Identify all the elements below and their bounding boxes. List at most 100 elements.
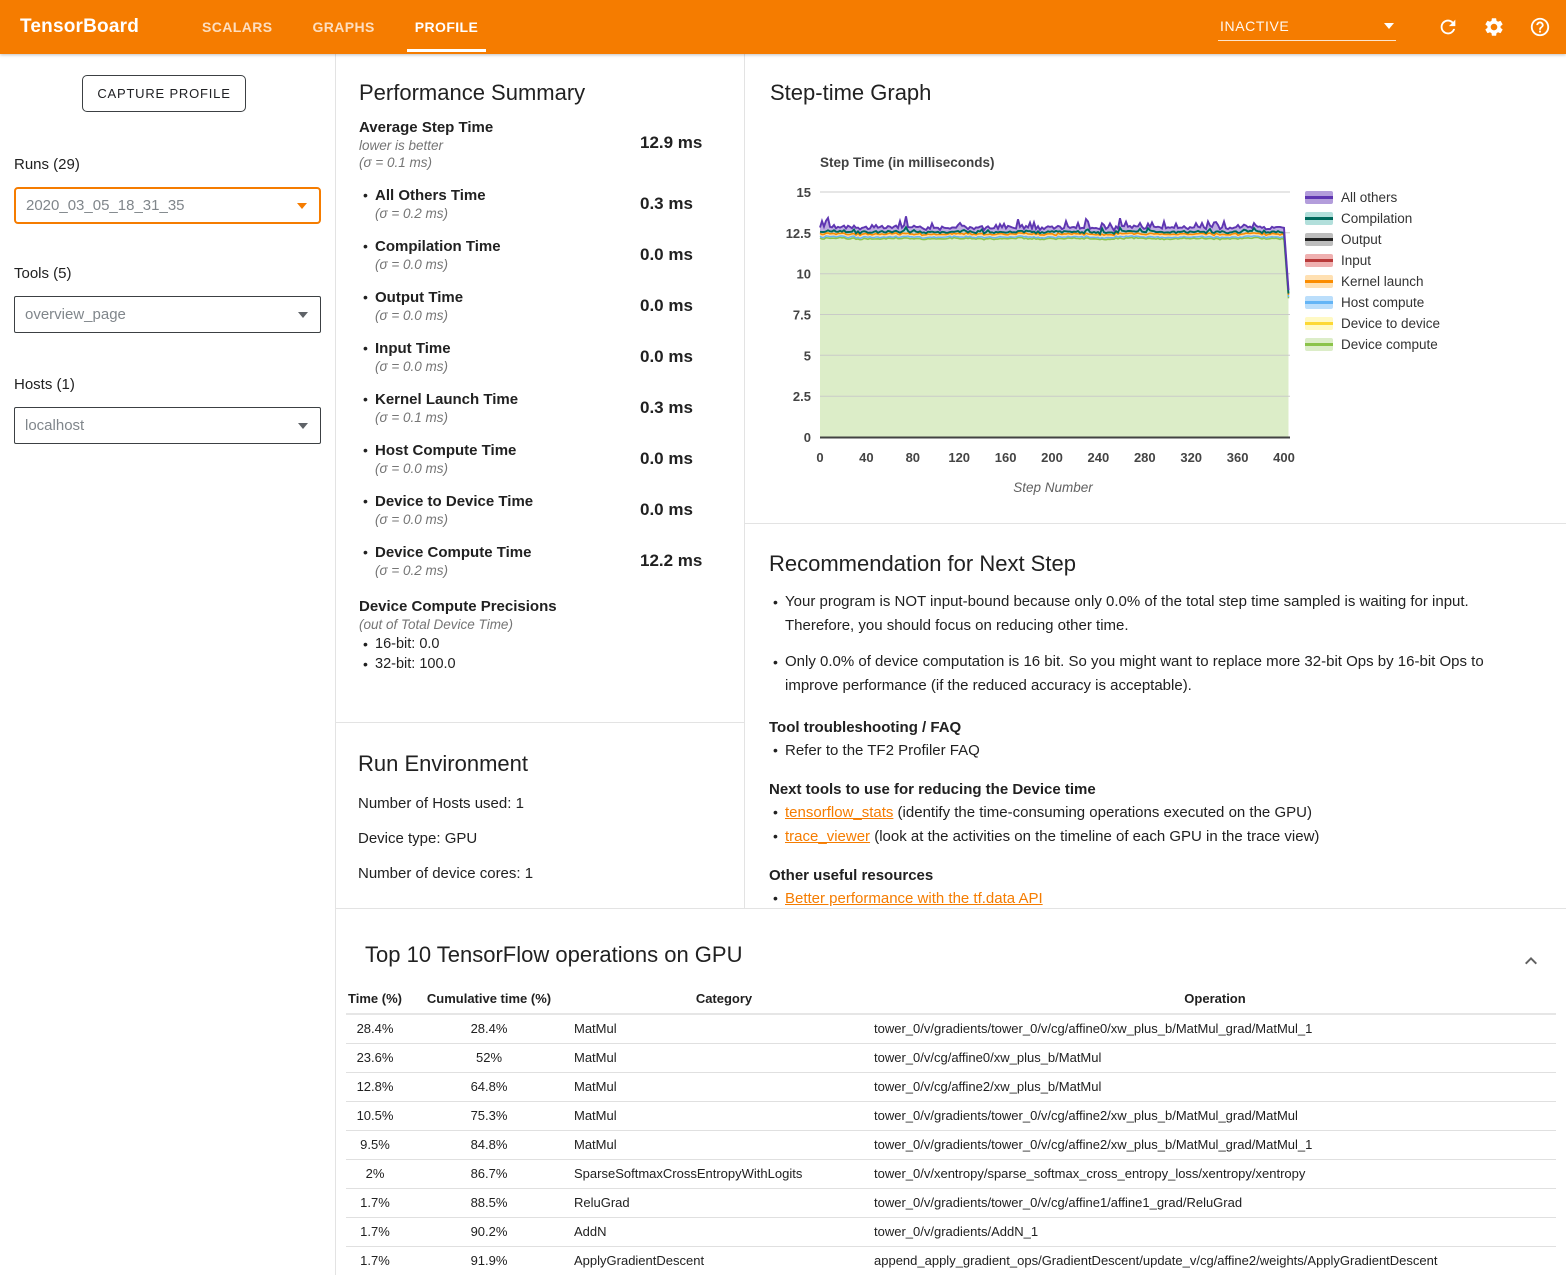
perf-item: •Device Compute Time(σ = 0.2 ms)12.2 ms [359,544,728,578]
legend-label: Device to device [1341,316,1440,331]
bullet-icon: • [359,544,375,578]
step-time-chart: 02.557.51012.515040801201602002402803203… [745,54,1566,514]
ops-cell: 28.4% [346,1014,404,1043]
app-title: TensorBoard [0,0,182,54]
tab-profile[interactable]: PROFILE [401,0,492,54]
ops-cell: ApplyGradientDescent [574,1246,874,1275]
next-tool-item: •tensorflow_stats (identify the time-con… [769,803,1542,822]
table-row: 2%86.7%SparseSoftmaxCrossEntropyWithLogi… [346,1159,1556,1188]
legend-label: Compilation [1341,211,1412,226]
bullet-icon: • [359,442,375,476]
svg-text:7.5: 7.5 [793,308,811,323]
perf-item-sigma: (σ = 0.1 ms) [375,410,518,425]
svg-text:280: 280 [1134,450,1156,465]
tool-desc: (look at the activities on the timeline … [870,828,1319,845]
resource-link[interactable]: Better performance with the tf.data API [785,890,1043,907]
legend-label: Kernel launch [1341,274,1424,289]
legend-swatch [1305,338,1333,351]
precisions-subtitle: (out of Total Device Time) [359,617,728,632]
tool-link[interactable]: trace_viewer [785,828,870,845]
status-select[interactable]: INACTIVE [1218,14,1396,41]
svg-text:Step Time (in milliseconds): Step Time (in milliseconds) [820,155,995,170]
perf-item-label: Output Time [375,289,463,306]
run-environment-title: Run Environment [358,751,728,777]
table-row: 1.7%91.9%ApplyGradientDescentappend_appl… [346,1246,1556,1275]
help-icon[interactable] [1528,15,1552,39]
ops-cell: 23.6% [346,1043,404,1072]
svg-text:0: 0 [816,450,823,465]
perf-item-value: 0.3 ms [640,398,693,418]
recommendation-text: Only 0.0% of device computation is 16 bi… [785,650,1539,698]
ops-cell: 1.7% [346,1217,404,1246]
faq-text: Refer to the TF2 Profiler FAQ [785,741,980,760]
bullet-icon: • [769,590,785,638]
perf-item: •Kernel Launch Time(σ = 0.1 ms)0.3 ms [359,391,728,425]
ops-cell: 9.5% [346,1130,404,1159]
ops-cell: MatMul [574,1072,874,1101]
table-row: 28.4%28.4%MatMultower_0/v/gradients/towe… [346,1014,1556,1043]
collapse-chevron-up-icon[interactable] [1518,948,1544,974]
legend-swatch [1305,296,1333,309]
run-env-item: Device type: GPU [358,830,728,847]
svg-text:Step Number: Step Number [1013,480,1093,495]
precision-item: •32-bit: 100.0 [359,656,728,672]
chevron-down-icon [297,203,307,209]
svg-text:400: 400 [1273,450,1295,465]
perf-item-sigma: (σ = 0.2 ms) [375,563,531,578]
hosts-select[interactable]: localhost [14,407,321,444]
svg-text:10: 10 [797,267,811,282]
avg-step-time-label: Average Step Time [359,119,640,136]
ops-cell: ReluGrad [574,1188,874,1217]
average-step-time: Average Step Time lower is better (σ = 0… [359,119,728,170]
hosts-select-value: localhost [25,417,84,434]
topbar-tabs: SCALARSGRAPHSPROFILE [182,0,498,54]
runs-select[interactable]: 2020_03_05_18_31_35 [14,187,321,224]
ops-cell: MatMul [574,1130,874,1159]
svg-text:80: 80 [906,450,920,465]
tab-scalars[interactable]: SCALARS [188,0,286,54]
bullet-icon: • [359,340,375,374]
perf-item-sigma: (σ = 0.2 ms) [375,206,486,221]
perf-item-label: Kernel Launch Time [375,391,518,408]
ops-cell: 84.8% [404,1130,574,1159]
precision-item: •16-bit: 0.0 [359,636,728,652]
ops-cell: MatMul [574,1043,874,1072]
perf-item: •Input Time(σ = 0.0 ms)0.0 ms [359,340,728,374]
tab-graphs[interactable]: GRAPHS [298,0,388,54]
perf-item-label: All Others Time [375,187,486,204]
legend-item: Kernel launch [1305,271,1440,292]
ops-cell: tower_0/v/cg/affine0/xw_plus_b/MatMul [874,1043,1556,1072]
recommendation-section: Recommendation for Next Step •Your progr… [745,524,1566,908]
hosts-label: Hosts (1) [14,376,321,393]
svg-text:0: 0 [804,430,811,445]
avg-step-time-value: 12.9 ms [640,133,702,170]
table-row: 1.7%88.5%ReluGradtower_0/v/gradients/tow… [346,1188,1556,1217]
legend-label: Host compute [1341,295,1424,310]
chart-legend: All othersCompilationOutputInputKernel l… [1305,187,1440,355]
svg-text:360: 360 [1227,450,1249,465]
bullet-icon: • [769,827,785,846]
settings-gear-icon[interactable] [1482,15,1506,39]
perf-item-value: 0.0 ms [640,245,693,265]
ops-cell: 75.3% [404,1101,574,1130]
faq-subhead: Tool troubleshooting / FAQ [769,719,1542,736]
refresh-icon[interactable] [1436,15,1460,39]
tool-link[interactable]: tensorflow_stats [785,804,893,821]
capture-profile-button[interactable]: CAPTURE PROFILE [82,75,246,112]
precisions-title: Device Compute Precisions [359,598,728,615]
ops-cell: 10.5% [346,1101,404,1130]
ops-cell: tower_0/v/gradients/tower_0/v/cg/affine2… [874,1130,1556,1159]
perf-item-sigma: (σ = 0.0 ms) [375,461,516,476]
table-row: 10.5%75.3%MatMultower_0/v/gradients/towe… [346,1101,1556,1130]
top-ops-table: Time (%)Cumulative time (%)CategoryOpera… [346,985,1556,1275]
bullet-icon: • [359,289,375,323]
tools-select[interactable]: overview_page [14,296,321,333]
ops-cell: MatMul [574,1101,874,1130]
device-compute-precisions: Device Compute Precisions (out of Total … [359,598,728,672]
next-tools-subhead: Next tools to use for reducing the Devic… [769,781,1542,798]
legend-item: Host compute [1305,292,1440,313]
ops-cell: 86.7% [404,1159,574,1188]
svg-text:12.5: 12.5 [786,226,811,241]
svg-text:200: 200 [1041,450,1063,465]
run-env-item: Number of device cores: 1 [358,865,728,882]
